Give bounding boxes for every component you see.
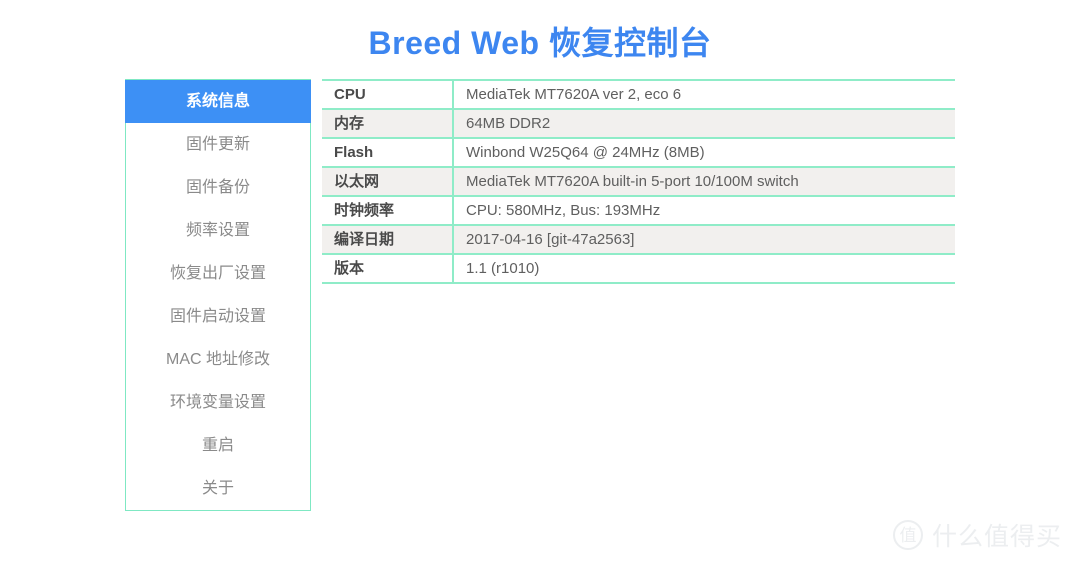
page-title: Breed Web 恢复控制台	[368, 25, 712, 61]
table-row: 时钟频率 CPU: 580MHz, Bus: 193MHz	[322, 195, 955, 226]
table-row: 版本 1.1 (r1010)	[322, 253, 955, 284]
table-cell-value: CPU: 580MHz, Bus: 193MHz	[453, 195, 955, 226]
table-cell-label: 以太网	[322, 166, 454, 197]
watermark-text: 什么值得买	[931, 523, 1062, 551]
sidebar-nav: 系统信息 固件更新 固件备份 频率设置 恢复出厂设置 固件启动设置 MAC 地址修改 环境变量…	[125, 79, 311, 511]
table-cell-label: CPU	[322, 79, 454, 110]
table-cell-value: Winbond W25Q64 @ 24MHz (8MB)	[453, 137, 955, 168]
sidebar-item-reboot[interactable]: 重启	[126, 424, 310, 467]
sidebar-item-frequency-settings[interactable]: 频率设置	[126, 209, 310, 252]
system-info-table: CPU MediaTek MT7620A ver 2, eco 6 内存 64MB D…	[322, 79, 955, 284]
system-info-table-body: CPU MediaTek MT7620A ver 2, eco 6 内存 64MB D…	[322, 79, 955, 284]
sidebar-item-factory-reset[interactable]: 恢复出厂设置	[126, 252, 310, 295]
sidebar-item-system-info[interactable]: 系统信息	[125, 80, 311, 123]
watermark-badge-icon: 值	[892, 520, 923, 550]
table-row: 编译日期 2017-04-16 [git-47a2563]	[322, 224, 955, 255]
table-row: 内存 64MB DDR2	[322, 108, 955, 139]
table-cell-label: 编译日期	[322, 224, 454, 255]
table-row: 以太网 MediaTek MT7620A built-in 5-port 10/1…	[322, 166, 955, 197]
table-row: CPU MediaTek MT7620A ver 2, eco 6	[322, 79, 955, 110]
table-row: Flash Winbond W25Q64 @ 24MHz (8MB)	[322, 137, 955, 168]
table-cell-label: 版本	[322, 253, 454, 284]
sidebar-item-about[interactable]: 关于	[126, 467, 310, 510]
sidebar-item-firmware-update[interactable]: 固件更新	[126, 123, 310, 166]
sidebar-item-firmware-boot-settings[interactable]: 固件启动设置	[126, 295, 310, 338]
sidebar-item-firmware-backup[interactable]: 固件备份	[126, 166, 310, 209]
watermark: 值 什么值得买	[892, 517, 1062, 553]
sidebar-item-mac-address[interactable]: MAC 地址修改	[126, 338, 310, 381]
sidebar-item-env-variables[interactable]: 环境变量设置	[126, 381, 310, 424]
table-cell-value: MediaTek MT7620A built-in 5-port 10/100M…	[453, 166, 955, 197]
table-cell-value: MediaTek MT7620A ver 2, eco 6	[453, 79, 955, 110]
table-cell-value: 1.1 (r1010)	[453, 253, 955, 284]
table-cell-value: 2017-04-16 [git-47a2563]	[453, 224, 955, 255]
table-cell-value: 64MB DDR2	[453, 108, 955, 139]
table-cell-label: Flash	[322, 137, 454, 168]
table-cell-label: 内存	[322, 108, 454, 139]
table-cell-label: 时钟频率	[322, 195, 454, 226]
